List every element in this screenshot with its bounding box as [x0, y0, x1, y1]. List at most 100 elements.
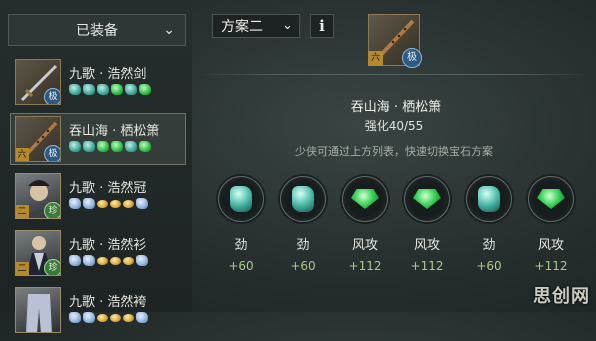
gem-stat: 风攻 [351, 238, 378, 253]
item-name: 吞山海 · 栖松箫 [69, 124, 160, 139]
tier-badge: 六 [16, 148, 29, 161]
gem-socket [280, 176, 326, 222]
gem-socket [466, 176, 512, 222]
gem-value: +60 [290, 259, 316, 273]
teal-gem-icon [83, 84, 95, 95]
gem-row [69, 141, 151, 152]
gem-socket [528, 176, 574, 222]
gem-socket [342, 176, 388, 222]
gem-stat: 风攻 [537, 238, 564, 253]
item-name: 九歌 · 浩然剑 [69, 67, 147, 82]
blue-gem-icon [69, 198, 81, 209]
equipment-panel: 已装备 ⌄ 极 九歌 · 浩然剑 六 极 吞山海 · 栖松箫 二 珍 九歌 · … [0, 0, 192, 333]
green-gem-icon [111, 84, 123, 95]
info-button[interactable]: i [310, 14, 334, 38]
gem-row [69, 84, 151, 95]
gem-row [69, 312, 148, 323]
rarity-badge: 极 [44, 145, 60, 161]
gold-gem-icon [110, 314, 121, 322]
gem-socket [218, 176, 264, 222]
gem-value: +112 [348, 259, 382, 273]
watermark: 思创网 [533, 286, 590, 307]
green-gem-icon [351, 189, 379, 209]
scheme-hint: 少侠可通过上方列表，快速切换宝石方案 [295, 145, 493, 158]
gem-socket [404, 176, 450, 222]
gem-value: +112 [534, 259, 568, 273]
character-hat-icon: 二 珍 [15, 173, 61, 219]
green-gem-icon [111, 141, 123, 152]
gem-slot-6[interactable]: 风攻 +112 [520, 176, 582, 273]
gold-gem-icon [97, 200, 108, 208]
equipment-item-hat[interactable]: 二 珍 九歌 · 浩然冠 [10, 170, 186, 222]
gem-stat: 风攻 [413, 238, 440, 253]
rarity-badge: 极 [402, 48, 422, 68]
blue-gem-icon [69, 255, 81, 266]
green-gem-icon [139, 84, 151, 95]
blue-gem-icon [69, 312, 81, 323]
item-name: 九歌 · 浩然衫 [69, 238, 147, 253]
item-name: 九歌 · 浩然冠 [69, 181, 147, 196]
gold-gem-icon [110, 257, 121, 265]
header-divider [200, 74, 590, 75]
trousers-icon [15, 287, 61, 333]
green-gem-icon [97, 141, 109, 152]
gold-gem-icon [123, 200, 134, 208]
blue-gem-icon [136, 255, 148, 266]
gem-slot-2[interactable]: 劲 +60 [272, 176, 334, 273]
tier-badge: 六 [368, 51, 383, 66]
gem-value: +60 [476, 259, 502, 273]
blue-gem-icon [83, 255, 95, 266]
blue-gem-icon [83, 198, 95, 209]
teal-gem-icon [125, 84, 137, 95]
gem-slot-5[interactable]: 劲 +60 [458, 176, 520, 273]
gem-row [69, 255, 148, 266]
item-name: 九歌 · 浩然袴 [69, 295, 147, 310]
green-gem-icon [537, 189, 565, 209]
gem-scheme-select[interactable]: 方案二 ⌄ [212, 14, 300, 38]
dropdown-label: 已装备 [76, 23, 118, 39]
teal-gem-icon [83, 141, 95, 152]
item-title: 吞山海 · 栖松箫 [0, 96, 596, 115]
chevron-down-icon: ⌄ [282, 18, 293, 33]
equipment-item-trousers[interactable]: 九歌 · 浩然袴 [10, 284, 186, 336]
gold-gem-icon [123, 314, 134, 322]
gold-gem-icon [123, 257, 134, 265]
gem-slot-4[interactable]: 风攻 +112 [396, 176, 458, 273]
rarity-badge: 珍 [44, 259, 60, 275]
scheme-value: 方案二 [221, 19, 263, 35]
equipment-item-robe[interactable]: 二 珍 九歌 · 浩然衫 [10, 227, 186, 279]
gem-slot-3[interactable]: 风攻 +112 [334, 176, 396, 273]
gem-stat: 劲 [296, 238, 310, 253]
enhance-level: 强化40/55 [364, 119, 424, 133]
gold-gem-icon [97, 257, 108, 265]
blue-gem-icon [136, 198, 148, 209]
tier-badge: 二 [16, 205, 29, 218]
chevron-down-icon: ⌄ [163, 22, 175, 38]
green-gem-icon [413, 189, 441, 209]
gold-gem-icon [97, 314, 108, 322]
equipped-filter-dropdown[interactable]: 已装备 ⌄ [8, 14, 186, 46]
character-robe-icon: 二 珍 [15, 230, 61, 276]
gem-value: +112 [410, 259, 444, 273]
teal-gem-icon [292, 186, 314, 212]
gem-stat: 劲 [234, 238, 248, 253]
rarity-badge: 珍 [44, 202, 60, 218]
teal-gem-icon [69, 84, 81, 95]
selected-item-flute-icon: 六 极 [368, 14, 422, 68]
tier-badge: 二 [16, 262, 29, 275]
teal-gem-icon [69, 141, 81, 152]
gold-gem-icon [110, 200, 121, 208]
gem-row [69, 198, 148, 209]
green-gem-icon [139, 141, 151, 152]
teal-gem-icon [230, 186, 252, 212]
teal-gem-icon [478, 186, 500, 212]
equipment-item-flute[interactable]: 六 极 吞山海 · 栖松箫 [10, 113, 186, 165]
gem-stat: 劲 [482, 238, 496, 253]
flute-icon: 六 极 [15, 116, 61, 162]
gem-slot-1[interactable]: 劲 +60 [210, 176, 272, 273]
blue-gem-icon [83, 312, 95, 323]
teal-gem-icon [97, 84, 109, 95]
gem-value: +60 [228, 259, 254, 273]
item-title-text: 吞山海 · 栖松箫 [350, 100, 442, 115]
teal-gem-icon [125, 141, 137, 152]
